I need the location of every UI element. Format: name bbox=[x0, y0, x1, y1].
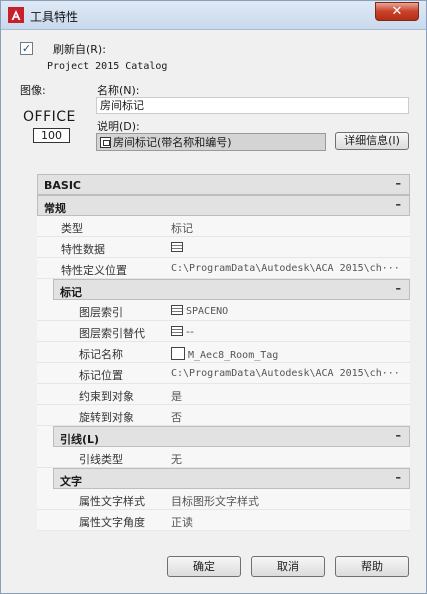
property-name: 图层索引替代 bbox=[79, 327, 145, 340]
property-value: C:\ProgramData\Autodesk\ACA 2015\ch··· bbox=[171, 368, 400, 379]
window-title: 工具特性 bbox=[30, 10, 79, 24]
section-general-label: 常规 bbox=[44, 202, 66, 215]
property-name: 图层索引 bbox=[79, 306, 123, 319]
property-grid: BASIC – 常规 – 类型 标记 特性数据 特性定义位置 C:\Progra… bbox=[37, 174, 410, 531]
section-general[interactable]: 常规 – bbox=[37, 195, 410, 216]
property-value: 是 bbox=[171, 390, 182, 403]
property-name: 标记位置 bbox=[79, 369, 123, 382]
table-icon[interactable] bbox=[171, 326, 183, 336]
table-icon[interactable] bbox=[171, 242, 183, 252]
property-row-rotate-to-object[interactable]: 旋转到对象 否 bbox=[37, 405, 410, 426]
property-name: 标记名称 bbox=[79, 348, 123, 361]
property-value: 标记 bbox=[171, 222, 193, 235]
section-text[interactable]: 文字 – bbox=[53, 468, 410, 489]
property-name: 类型 bbox=[61, 222, 83, 235]
section-tag[interactable]: 标记 – bbox=[53, 279, 410, 300]
tag-icon[interactable] bbox=[171, 347, 185, 360]
property-row-attribute-text-angle[interactable]: 属性文字角度 正读 bbox=[37, 510, 410, 531]
section-leader-label: 引线(L) bbox=[60, 433, 100, 446]
property-value: -- bbox=[171, 325, 403, 338]
description-value: 房间标记(带名称和编号) bbox=[113, 136, 232, 149]
close-button[interactable]: ✕ bbox=[375, 2, 419, 21]
name-label: 名称(N): bbox=[97, 84, 140, 97]
refresh-label: 刷新自(R): bbox=[53, 43, 106, 56]
property-row-anchor-to-object[interactable]: 约束到对象 是 bbox=[37, 384, 410, 405]
section-basic[interactable]: BASIC – bbox=[37, 174, 410, 195]
property-value bbox=[171, 241, 403, 254]
cancel-button[interactable]: 取消 bbox=[251, 556, 325, 577]
title-bar[interactable]: 工具特性 ✕ bbox=[1, 1, 426, 30]
section-text-label: 文字 bbox=[60, 475, 82, 488]
tool-properties-dialog: 工具特性 ✕ ✓ 刷新自(R): Project 2015 Catalog 图像… bbox=[0, 0, 427, 594]
section-leader[interactable]: 引线(L) – bbox=[53, 426, 410, 447]
property-name: 引线类型 bbox=[79, 453, 123, 466]
property-row-attribute-text-style[interactable]: 属性文字样式 目标图形文字样式 bbox=[37, 489, 410, 510]
property-name: 特性定义位置 bbox=[61, 264, 127, 277]
section-basic-label: BASIC bbox=[44, 179, 81, 192]
property-value-text: M_Aec8_Room_Tag bbox=[188, 350, 279, 361]
property-row-leader-type[interactable]: 引线类型 无 bbox=[37, 447, 410, 468]
catalog-source: Project 2015 Catalog bbox=[47, 61, 168, 72]
collapse-basic-button[interactable]: – bbox=[396, 177, 402, 190]
property-value-text: -- bbox=[186, 325, 194, 338]
collapse-leader-button[interactable]: – bbox=[396, 429, 402, 442]
property-value: 正读 bbox=[171, 516, 193, 529]
help-button[interactable]: 帮助 bbox=[335, 556, 409, 577]
refresh-checkbox[interactable]: ✓ bbox=[20, 42, 33, 55]
section-tag-label: 标记 bbox=[60, 286, 82, 299]
property-name: 约束到对象 bbox=[79, 390, 134, 403]
property-row-type[interactable]: 类型 标记 bbox=[37, 216, 410, 237]
table-icon[interactable] bbox=[171, 305, 183, 315]
property-row-layer-key[interactable]: 图层索引 SPACENO bbox=[37, 300, 410, 321]
detail-info-button[interactable]: 详细信息(I) bbox=[335, 132, 409, 150]
tool-image-number[interactable]: 100 bbox=[33, 128, 70, 143]
collapse-text-button[interactable]: – bbox=[396, 471, 402, 484]
property-value-text: SPACENO bbox=[186, 306, 229, 317]
property-value: 目标图形文字样式 bbox=[171, 495, 259, 508]
property-row-tag-location[interactable]: 标记位置 C:\ProgramData\Autodesk\ACA 2015\ch… bbox=[37, 363, 410, 384]
property-name: 属性文字角度 bbox=[79, 516, 145, 529]
property-row-layer-overrides[interactable]: 图层索引替代 -- bbox=[37, 321, 410, 342]
collapse-general-button[interactable]: – bbox=[396, 198, 402, 211]
property-value: 否 bbox=[171, 411, 182, 424]
name-input[interactable]: 房间标记 bbox=[96, 97, 409, 114]
property-value: C:\ProgramData\Autodesk\ACA 2015\ch··· bbox=[171, 263, 400, 274]
tool-image-text[interactable]: OFFICE bbox=[23, 109, 76, 125]
property-name: 特性数据 bbox=[61, 243, 105, 256]
property-row-tag-name[interactable]: 标记名称 M_Aec8_Room_Tag bbox=[37, 342, 410, 363]
ok-button[interactable]: 确定 bbox=[167, 556, 241, 577]
property-row-property-data[interactable]: 特性数据 bbox=[37, 237, 410, 258]
property-name: 属性文字样式 bbox=[79, 495, 145, 508]
description-icon bbox=[100, 137, 111, 148]
property-value: SPACENO bbox=[171, 305, 403, 317]
property-value: M_Aec8_Room_Tag bbox=[171, 347, 403, 361]
collapse-tag-button[interactable]: – bbox=[396, 282, 402, 295]
description-input[interactable]: 房间标记(带名称和编号) bbox=[96, 133, 326, 151]
description-label: 说明(D): bbox=[97, 120, 140, 133]
property-row-definition-location[interactable]: 特性定义位置 C:\ProgramData\Autodesk\ACA 2015\… bbox=[37, 258, 410, 279]
autocad-app-icon bbox=[8, 7, 24, 23]
image-label: 图像: bbox=[20, 84, 46, 97]
property-value: 无 bbox=[171, 453, 182, 466]
property-name: 旋转到对象 bbox=[79, 411, 134, 424]
